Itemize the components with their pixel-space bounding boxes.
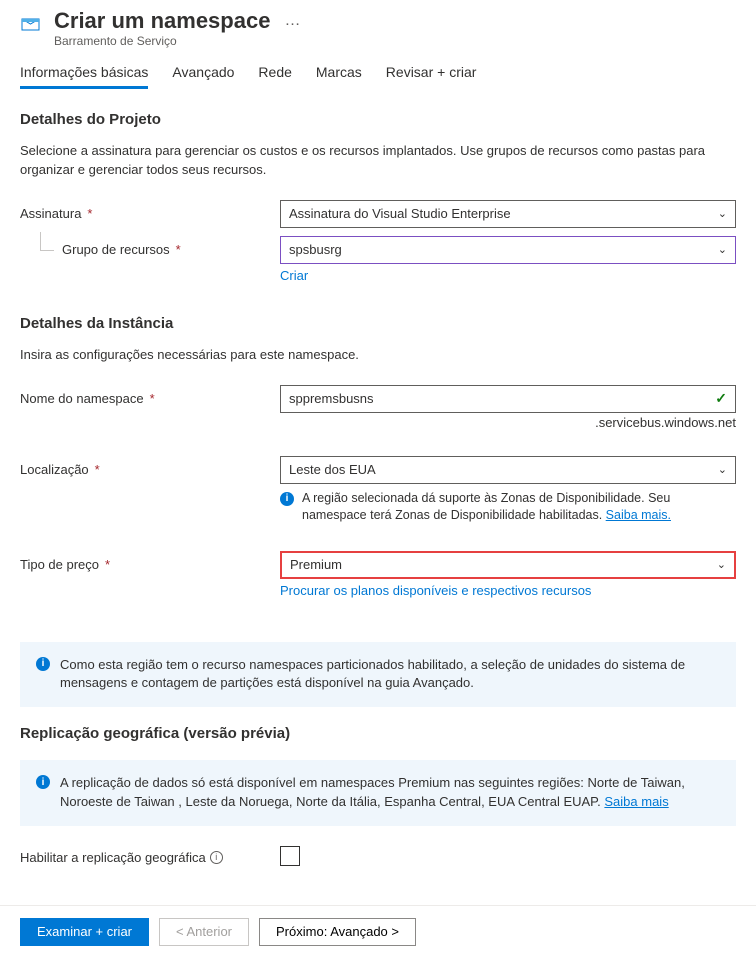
partition-info-panel: i Como esta região tem o recurso namespa… — [20, 642, 736, 708]
namespace-suffix: .servicebus.windows.net — [280, 415, 736, 430]
subscription-select[interactable]: Assinatura do Visual Studio Enterprise ⌄ — [280, 200, 736, 228]
resource-group-select[interactable]: spsbusrg ⌄ — [280, 236, 736, 264]
namespace-name-input[interactable]: sppremsbusns ✓ — [280, 385, 736, 413]
previous-button: < Anterior — [159, 918, 249, 946]
info-icon: i — [36, 775, 50, 789]
chevron-down-icon: ⌄ — [718, 207, 727, 220]
create-resource-group-link[interactable]: Criar — [280, 268, 308, 283]
page-title: Criar um namespace — [54, 8, 270, 34]
geo-learn-more-link[interactable]: Saiba mais — [604, 794, 668, 809]
project-desc: Selecione a assinatura para gerenciar os… — [20, 142, 736, 180]
subscription-label: Assinatura* — [20, 200, 280, 221]
page-header: Criar um namespace … Barramento de Servi… — [20, 0, 736, 48]
instance-heading: Detalhes da Instância — [20, 315, 736, 332]
namespace-name-label: Nome do namespace* — [20, 385, 280, 406]
page-subtitle: Barramento de Serviço — [54, 34, 736, 48]
tab-basics[interactable]: Informações básicas — [20, 58, 148, 89]
location-info: i A região selecionada dá suporte às Zon… — [280, 490, 736, 525]
geo-heading: Replicação geográfica (versão prévia) — [20, 725, 736, 742]
tabs: Informações básicas Avançado Rede Marcas… — [20, 58, 736, 89]
footer-bar: Examinar + criar < Anterior Próximo: Ava… — [0, 905, 756, 958]
tab-advanced[interactable]: Avançado — [172, 58, 234, 89]
location-learn-more-link[interactable]: Saiba mais. — [606, 508, 671, 522]
pricing-label: Tipo de preço* — [20, 551, 280, 572]
project-heading: Detalhes do Projeto — [20, 111, 736, 128]
service-bus-icon — [20, 12, 44, 36]
tab-tags[interactable]: Marcas — [316, 58, 362, 89]
tab-network[interactable]: Rede — [258, 58, 291, 89]
chevron-down-icon: ⌄ — [718, 243, 727, 256]
chevron-down-icon: ⌄ — [718, 463, 727, 476]
check-icon: ✓ — [715, 390, 727, 407]
more-actions-button[interactable]: … — [284, 12, 302, 30]
next-button[interactable]: Próximo: Avançado > — [259, 918, 416, 946]
browse-pricing-link[interactable]: Procurar os planos disponíveis e respect… — [280, 583, 591, 598]
pricing-tier-select[interactable]: Premium ⌄ — [280, 551, 736, 579]
resource-group-label: Grupo de recursos* — [20, 236, 280, 257]
info-tooltip-icon[interactable]: i — [210, 851, 223, 864]
info-icon: i — [36, 657, 50, 671]
tab-review[interactable]: Revisar + criar — [386, 58, 477, 89]
enable-geo-label: Habilitar a replicação geográfica i — [20, 844, 280, 865]
instance-desc: Insira as configurações necessárias para… — [20, 346, 736, 365]
enable-geo-checkbox[interactable] — [280, 846, 300, 866]
geo-info-panel: i A replicação de dados só está disponív… — [20, 760, 736, 826]
info-icon: i — [280, 492, 294, 506]
location-label: Localização* — [20, 456, 280, 477]
chevron-down-icon: ⌄ — [717, 558, 726, 571]
location-select[interactable]: Leste dos EUA ⌄ — [280, 456, 736, 484]
review-create-button[interactable]: Examinar + criar — [20, 918, 149, 946]
